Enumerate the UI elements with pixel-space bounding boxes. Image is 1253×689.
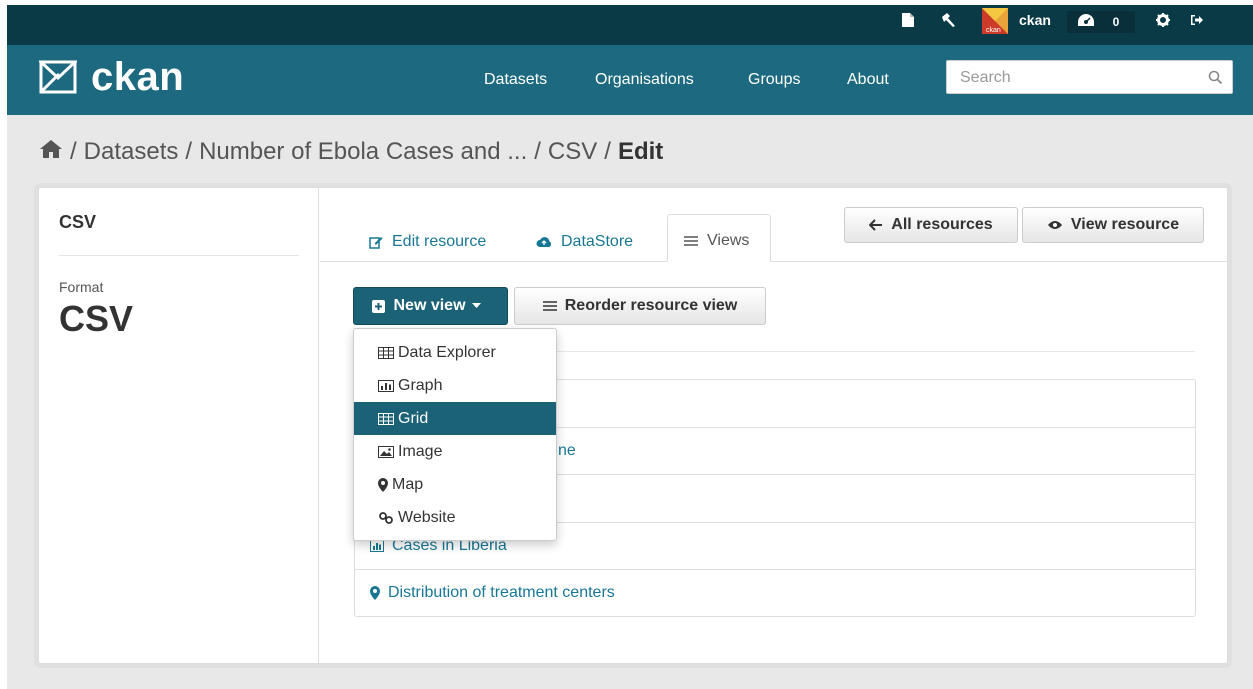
resource-sidebar: CSV Format CSV <box>39 188 319 663</box>
map-marker-icon <box>370 586 380 600</box>
breadcrumb-resource[interactable]: CSV <box>548 138 597 166</box>
sysadmin-hammer-icon[interactable] <box>940 0 956 40</box>
reorder-views-button[interactable]: Reorder resource view <box>514 287 766 325</box>
menu-item-label: Grid <box>398 409 429 427</box>
list-item[interactable]: Distribution of treatment centers <box>355 569 1195 616</box>
search-placeholder: Search <box>960 69 1011 86</box>
breadcrumb-separator: / <box>70 138 77 165</box>
svg-text:ckan: ckan <box>986 27 1001 34</box>
link-icon <box>379 511 393 524</box>
list-icon <box>684 236 698 246</box>
table-icon <box>378 412 394 425</box>
button-label: Reorder resource view <box>564 297 738 314</box>
main-wrapper: CSV Format CSV Edit resource DataStore V… <box>38 187 1228 664</box>
menu-item-label: Map <box>392 475 424 493</box>
view-title: Distribution of treatment centers <box>388 584 615 601</box>
tab-label: Views <box>707 232 750 249</box>
breadcrumb-separator: / <box>185 138 193 165</box>
menu-item-label: Data Explorer <box>398 343 496 361</box>
ckan-logo-icon <box>39 60 77 94</box>
file-icon[interactable] <box>902 0 914 40</box>
menu-item-label: Image <box>398 442 443 460</box>
logo-text: ckan <box>91 55 185 99</box>
username-link[interactable]: ckan <box>1019 0 1051 40</box>
button-label: New view <box>393 297 466 314</box>
menu-item-label: Graph <box>398 376 443 394</box>
breadcrumb-separator: / <box>534 138 541 165</box>
menu-item-map[interactable]: Map <box>354 468 556 501</box>
nav-datasets[interactable]: Datasets <box>484 45 547 115</box>
home-icon[interactable] <box>39 138 63 166</box>
sidebar-title: CSV <box>59 212 97 232</box>
breadcrumb-dataset[interactable]: Number of Ebola Cases and ... <box>199 138 527 166</box>
all-resources-button[interactable]: All resources <box>844 207 1018 243</box>
arrow-left-icon <box>869 219 883 231</box>
plus-square-icon <box>372 299 386 313</box>
map-marker-icon <box>378 477 388 492</box>
list-icon <box>542 301 557 311</box>
table-icon <box>378 346 394 359</box>
activity-count-badge: 0 <box>1112 15 1120 29</box>
logout-icon[interactable] <box>1190 0 1204 40</box>
menu-item-image[interactable]: Image <box>354 435 556 468</box>
tab-edit-resource[interactable]: Edit resource <box>369 222 486 262</box>
tab-label: DataStore <box>561 233 634 250</box>
breadcrumb-active: Edit <box>617 138 664 165</box>
search-input[interactable]: Search <box>946 60 1233 94</box>
nav-about[interactable]: About <box>847 45 889 115</box>
cloud-upload-icon <box>536 237 552 247</box>
dashboard-icon <box>1077 0 1095 40</box>
site-logo[interactable]: ckan <box>39 57 184 97</box>
view-resource-button[interactable]: View resource <box>1022 207 1204 243</box>
bar-chart-icon <box>378 379 394 392</box>
bar-chart-icon <box>370 540 384 552</box>
tab-datastore[interactable]: DataStore <box>536 222 633 262</box>
sidebar-divider <box>59 255 299 256</box>
search-icon[interactable] <box>1208 70 1223 90</box>
menu-item-data-explorer[interactable]: Data Explorer <box>354 336 556 369</box>
breadcrumb-datasets[interactable]: Datasets <box>84 138 179 166</box>
breadcrumb: / Datasets / Number of Ebola Cases and .… <box>39 138 663 166</box>
breadcrumb-separator: / <box>604 138 611 165</box>
edit-icon <box>369 237 383 249</box>
eye-icon <box>1047 221 1062 229</box>
tab-views[interactable]: Views <box>667 214 771 262</box>
menu-item-label: Website <box>398 508 456 526</box>
button-label: View resource <box>1070 216 1180 233</box>
masthead: ckan Datasets Organisations Groups About… <box>7 45 1253 115</box>
tab-label: Edit resource <box>392 233 487 250</box>
picture-icon <box>378 445 394 458</box>
format-value: CSV <box>59 298 134 339</box>
new-view-button[interactable]: New view <box>353 287 508 325</box>
avatar[interactable]: ckan <box>982 8 1008 34</box>
gear-icon[interactable] <box>1156 0 1170 40</box>
menu-item-grid[interactable]: Grid <box>354 402 556 435</box>
nav-organisations[interactable]: Organisations <box>595 45 694 115</box>
menu-item-website[interactable]: Website <box>354 501 556 534</box>
button-label: All resources <box>891 216 993 233</box>
view-title: ne <box>558 442 576 459</box>
format-label: Format <box>59 279 104 295</box>
new-view-dropdown: Data Explorer Graph Grid Image Map Websi… <box>353 328 557 541</box>
nav-groups[interactable]: Groups <box>748 45 800 115</box>
menu-item-graph[interactable]: Graph <box>354 369 556 402</box>
caret-down-icon <box>471 303 481 308</box>
